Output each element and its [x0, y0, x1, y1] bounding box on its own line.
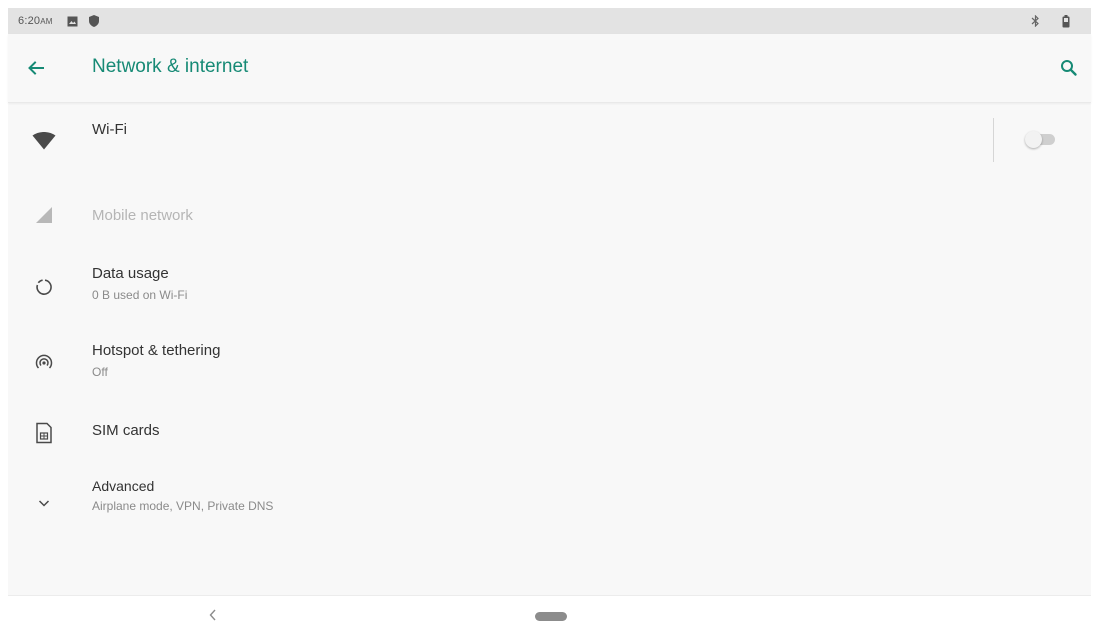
- list-item-subtitle: Airplane mode, VPN, Private DNS: [92, 499, 274, 513]
- arrow-back-icon: [28, 61, 44, 75]
- page-title: Network & internet: [92, 56, 249, 77]
- screen: 6:20AM Network & internet Wi-Fi Mobile n…: [8, 8, 1091, 629]
- list-item-subtitle: 0 B used on Wi-Fi: [92, 288, 188, 302]
- list-item-hotspot[interactable]: Hotspot & tethering Off: [8, 332, 1091, 408]
- navigation-bar: [8, 595, 1091, 629]
- list-item-title: Wi-Fi: [92, 121, 127, 138]
- sim-card-icon: [31, 420, 57, 446]
- search-icon: [1061, 60, 1077, 76]
- signal-icon: [31, 202, 57, 228]
- list-item-data-usage[interactable]: Data usage 0 B used on Wi-Fi: [8, 254, 1091, 330]
- wifi-toggle[interactable]: [1025, 131, 1057, 148]
- vertical-divider: [993, 118, 994, 162]
- hotspot-icon: [31, 350, 57, 376]
- nav-back-button[interactable]: [204, 606, 222, 624]
- wifi-icon: [31, 128, 57, 154]
- battery-icon: [1060, 14, 1072, 27]
- nav-home-button[interactable]: [535, 612, 567, 621]
- chevron-left-icon: [209, 609, 216, 621]
- image-notification-icon: [67, 15, 79, 27]
- list-item-title: SIM cards: [92, 422, 160, 439]
- list-item-subtitle: Off: [92, 365, 108, 379]
- status-bar: 6:20AM: [8, 8, 1091, 34]
- list-item-advanced[interactable]: Advanced Airplane mode, VPN, Private DNS: [8, 478, 1091, 544]
- list-item-mobile-network[interactable]: Mobile network: [8, 178, 1091, 252]
- bluetooth-icon: [1029, 15, 1041, 27]
- list-item-title: Advanced: [92, 478, 155, 494]
- back-button[interactable]: [22, 54, 50, 82]
- list-item-title: Mobile network: [92, 207, 193, 224]
- list-item-sim-cards[interactable]: SIM cards: [8, 410, 1091, 482]
- status-time: 6:20AM: [18, 15, 53, 27]
- data-usage-icon: [31, 274, 57, 300]
- chevron-down-icon: [31, 490, 57, 516]
- shield-notification-icon: [88, 15, 100, 27]
- list-item-wifi[interactable]: Wi-Fi: [8, 104, 1091, 176]
- list-item-title: Hotspot & tethering: [92, 342, 221, 359]
- toolbar: Network & internet: [8, 34, 1091, 103]
- list-item-title: Data usage: [92, 265, 169, 282]
- search-button[interactable]: [1055, 54, 1083, 82]
